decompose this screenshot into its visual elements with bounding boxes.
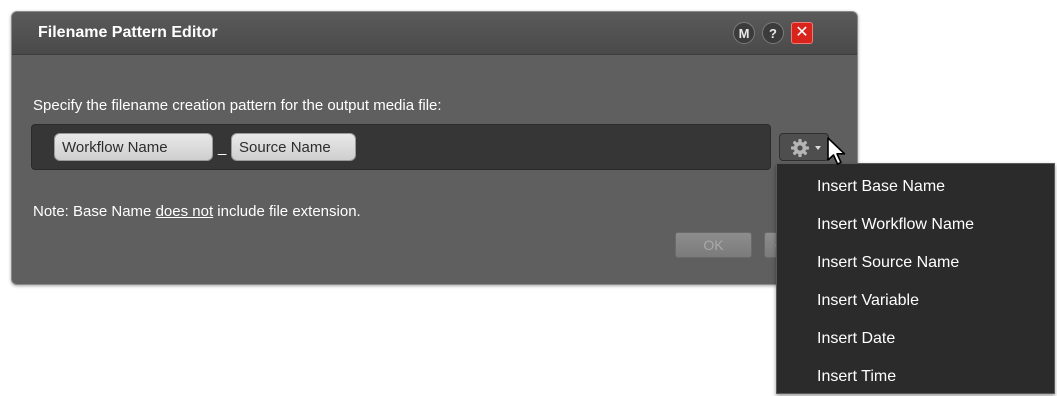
note-emphasis: does not (155, 203, 214, 220)
insert-token-menu-button[interactable] (779, 133, 829, 161)
pattern-token-source-name[interactable]: Source Name (231, 133, 356, 161)
mouse-cursor-icon (827, 137, 846, 165)
close-button[interactable]: ✕ (791, 22, 813, 44)
pattern-token-workflow-name[interactable]: Workflow Name (54, 133, 213, 161)
help-button[interactable]: ? (762, 22, 784, 44)
menu-item-insert-date[interactable]: Insert Date (777, 320, 1054, 358)
dialog-title: Filename Pattern Editor (38, 24, 218, 41)
note-suffix: include file extension. (213, 203, 361, 220)
m-button[interactable]: M (733, 22, 755, 44)
menu-item-insert-time[interactable]: Insert Time (777, 358, 1054, 396)
filename-pattern-editor-dialog: Filename Pattern Editor M ? ✕ Specify th… (11, 11, 858, 285)
menu-item-insert-source-name[interactable]: Insert Source Name (777, 244, 1054, 282)
menu-item-insert-workflow-name[interactable]: Insert Workflow Name (777, 206, 1054, 244)
ok-button[interactable]: OK (675, 232, 752, 258)
menu-item-insert-base-name[interactable]: Insert Base Name (777, 168, 1054, 206)
filename-pattern-field[interactable]: Workflow Name _ Source Name (31, 124, 771, 170)
menu-item-insert-variable[interactable]: Insert Variable (777, 282, 1054, 320)
base-name-note: Note: Base Name does not include file ex… (33, 203, 361, 220)
dialog-titlebar[interactable]: Filename Pattern Editor M ? ✕ (12, 12, 857, 55)
instruction-text: Specify the filename creation pattern fo… (33, 97, 442, 114)
chevron-down-icon (815, 146, 821, 150)
note-prefix: Note: Base Name (33, 203, 156, 220)
token-separator: _ (218, 139, 227, 156)
insert-token-menu: Insert Base Name Insert Workflow Name In… (776, 163, 1055, 394)
